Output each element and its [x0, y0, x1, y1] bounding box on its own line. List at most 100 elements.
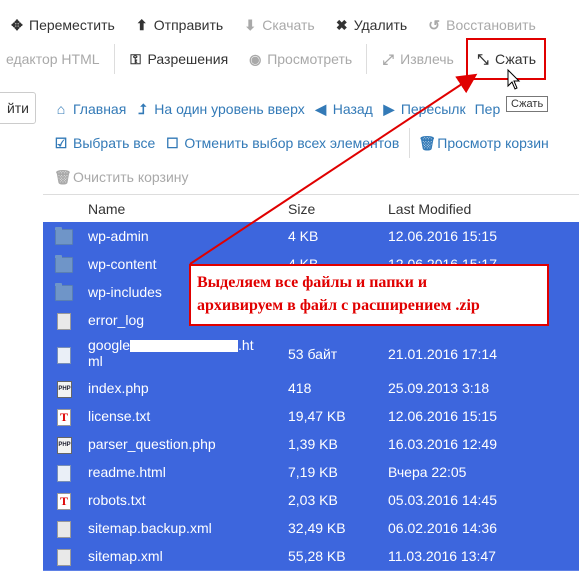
file-icon: [57, 521, 71, 538]
compress-button[interactable]: ⤡ Сжать: [466, 38, 546, 80]
table-row[interactable]: wp-admin 4 KB 12.06.2016 15:15: [43, 222, 579, 251]
trash-icon: 🗑: [418, 134, 437, 151]
trash-row: 🗑 Очистить корзину: [50, 162, 195, 192]
download-icon: ⬇: [244, 16, 257, 33]
upload-icon: ⬆: [135, 16, 148, 33]
file-name[interactable]: robots.txt: [88, 492, 146, 508]
file-name[interactable]: error_log: [88, 312, 144, 328]
table-row[interactable]: PHP index.php 418 25.09.2013 3:18: [43, 374, 579, 403]
file-name[interactable]: wp-content: [88, 256, 156, 272]
file-modified: 11.03.2016 13:47: [388, 548, 496, 564]
table-row[interactable]: sitemap.xml 55,28 KB 11.03.2016 13:47: [43, 542, 579, 571]
file-size: 2,03 KB: [288, 492, 338, 508]
table-row[interactable]: sitemap.backup.xml 32,49 KB 06.02.2016 14:…: [43, 514, 579, 543]
file-name[interactable]: google .ht ml: [88, 337, 254, 369]
file-size: 53 байт: [288, 346, 338, 362]
file-size: 1,39 KB: [288, 436, 338, 452]
file-size: 55,28 KB: [288, 548, 346, 564]
home-link[interactable]: ⌂ Главная: [50, 94, 131, 124]
compress-tooltip: Сжать: [506, 96, 549, 112]
back-link[interactable]: ◀ Назад: [310, 94, 378, 124]
file-name[interactable]: wp-includes: [88, 284, 162, 300]
delete-button[interactable]: ✖ Удалить: [325, 10, 417, 40]
html-file-icon: [57, 465, 71, 482]
permissions-button[interactable]: ⚿ Разрешения: [119, 44, 239, 74]
table-row[interactable]: PHP parser_question.php 1,39 KB 16.03.2016 …: [43, 430, 579, 459]
forward-icon: ▶: [383, 100, 395, 117]
file-modified: 16.03.2016 12:49: [388, 436, 497, 452]
file-size: 4 KB: [288, 228, 319, 244]
file-name[interactable]: readme.html: [88, 464, 166, 480]
table-row[interactable]: google .ht ml 53 байт 21.01.2016 17:14: [43, 334, 579, 375]
extract-button[interactable]: ⤢ Извлечь: [371, 44, 464, 74]
html-editor-button[interactable]: едактор HTML: [0, 44, 110, 74]
file-modified: Вчера 22:05: [388, 464, 467, 480]
text-file-icon: T: [57, 409, 71, 426]
modified-column-header[interactable]: Last Modified: [388, 201, 471, 217]
deselect-all-link[interactable]: ☐ Отменить выбор всех элементов: [161, 128, 405, 158]
folder-icon: [55, 227, 73, 245]
redacted-text: [130, 340, 239, 353]
divider: [113, 44, 115, 74]
key-icon: ⚿: [130, 50, 141, 67]
download-button[interactable]: ⬇ Скачать: [233, 10, 325, 40]
file-modified: 25.09.2013 3:18: [388, 380, 490, 396]
toolbar-row-2: едактор HTML ⚿ Разрешения ◉ Просмотреть ⤢ И…: [0, 44, 464, 74]
file-modified: 05.03.2016 14:45: [388, 492, 497, 508]
restore-icon: ↺: [428, 16, 441, 33]
level-up-link[interactable]: ⮥ На один уровень вверх: [131, 94, 309, 124]
file-size: 19,47 KB: [288, 408, 346, 424]
folder-icon: [55, 255, 73, 273]
move-icon: ✥: [11, 16, 23, 33]
file-icon: [57, 549, 71, 566]
selection-row: ☑ Выбрать все ☐ Отменить выбор всех элемен…: [50, 128, 555, 158]
file-name[interactable]: sitemap.xml: [88, 548, 163, 564]
file-name[interactable]: wp-admin: [88, 228, 149, 244]
select-all-link[interactable]: ☑ Выбрать все: [50, 128, 161, 158]
check-square-icon: ☑: [54, 134, 68, 151]
extract-icon: ⤢: [382, 50, 394, 67]
view-button[interactable]: ◉ Просмотреть: [238, 44, 362, 74]
reload-link[interactable]: Пер: [471, 94, 506, 124]
home-icon: ⌂: [56, 101, 66, 117]
restore-button[interactable]: ↺ Восстановить: [417, 10, 546, 40]
table-header: Name Size Last Modified: [43, 194, 579, 224]
file-size: 418: [288, 380, 312, 396]
file-size: 32,49 KB: [288, 520, 346, 536]
file-icon: [57, 313, 71, 330]
empty-trash-link[interactable]: 🗑 Очистить корзину: [50, 162, 195, 192]
file-modified: 06.02.2016 14:36: [388, 520, 497, 536]
table-row[interactable]: Tlicense.txt 19,47 KB 12.06.2016 15:15: [43, 402, 579, 431]
file-modified: 12.06.2016 15:15: [388, 228, 497, 244]
file-modified: 12.06.2016 15:15: [388, 408, 497, 424]
forward-link[interactable]: ▶ Пересылк: [378, 94, 471, 124]
file-modified: 21.01.2016 17:14: [388, 346, 497, 362]
table-row[interactable]: Trobots.txt 2,03 KB 05.03.2016 14:45: [43, 486, 579, 515]
compress-icon: ⤡: [477, 50, 489, 67]
square-icon: ☐: [166, 134, 179, 151]
file-size: 7,19 KB: [288, 464, 338, 480]
go-button[interactable]: йти: [0, 92, 36, 124]
table-row[interactable]: readme.html 7,19 KB Вчера 22:05: [43, 458, 579, 487]
file-name[interactable]: parser_question.php: [88, 436, 216, 452]
size-column-header[interactable]: Size: [288, 201, 315, 217]
view-trash-link[interactable]: 🗑 Просмотр корзин: [414, 128, 555, 158]
php-file-icon: PHP: [57, 437, 72, 454]
text-file-icon: T: [57, 493, 71, 510]
upload-button[interactable]: ⬆ Отправить: [125, 10, 233, 40]
divider: [366, 44, 368, 74]
file-table: Name Size Last Modified wp-admin 4 KB 12.0…: [43, 194, 579, 571]
file-name[interactable]: license.txt: [88, 408, 150, 424]
file-name[interactable]: sitemap.backup.xml: [88, 520, 212, 536]
move-button[interactable]: ✥ Переместить: [0, 10, 125, 40]
file-name[interactable]: index.php: [88, 380, 149, 396]
toolbar-row-1: ✥ Переместить ⬆ Отправить ⬇ Скачать ✖ Удалит…: [0, 10, 546, 40]
annotation-callout: Выделяем все файлы и папки и архивируем …: [189, 264, 549, 326]
php-file-icon: PHP: [57, 381, 72, 398]
name-column-header[interactable]: Name: [88, 201, 125, 217]
divider: [409, 128, 411, 158]
delete-icon: ✖: [335, 16, 348, 33]
eye-icon: ◉: [249, 50, 262, 67]
trash-icon: 🗑: [54, 168, 72, 185]
level-up-icon: ⮥: [138, 100, 147, 117]
